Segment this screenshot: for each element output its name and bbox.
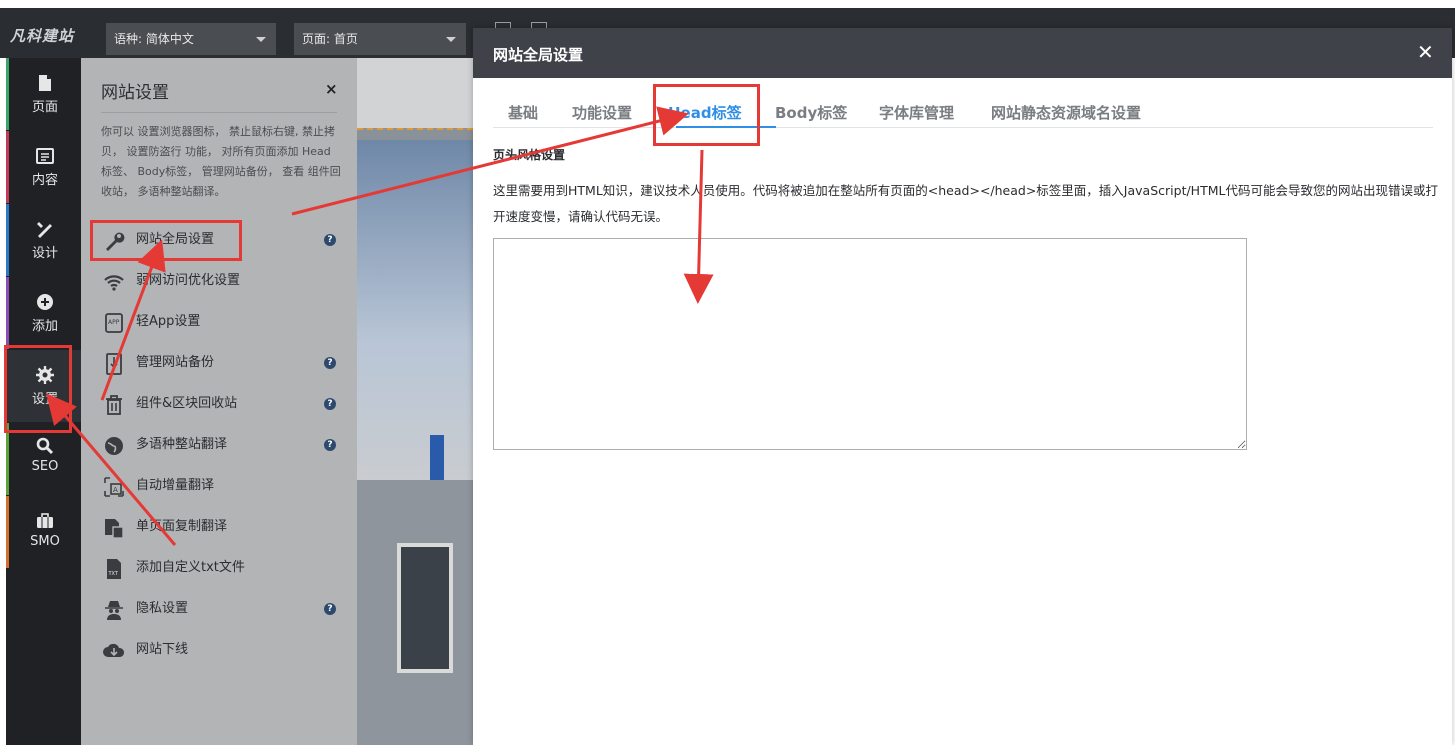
arrow-to-global-settings bbox=[100, 239, 166, 401]
annotation-arrows bbox=[46, 106, 714, 546]
arrow-to-head-tab bbox=[291, 106, 689, 216]
arrow-to-settings bbox=[46, 393, 177, 546]
arrow-to-code-area bbox=[683, 149, 714, 304]
